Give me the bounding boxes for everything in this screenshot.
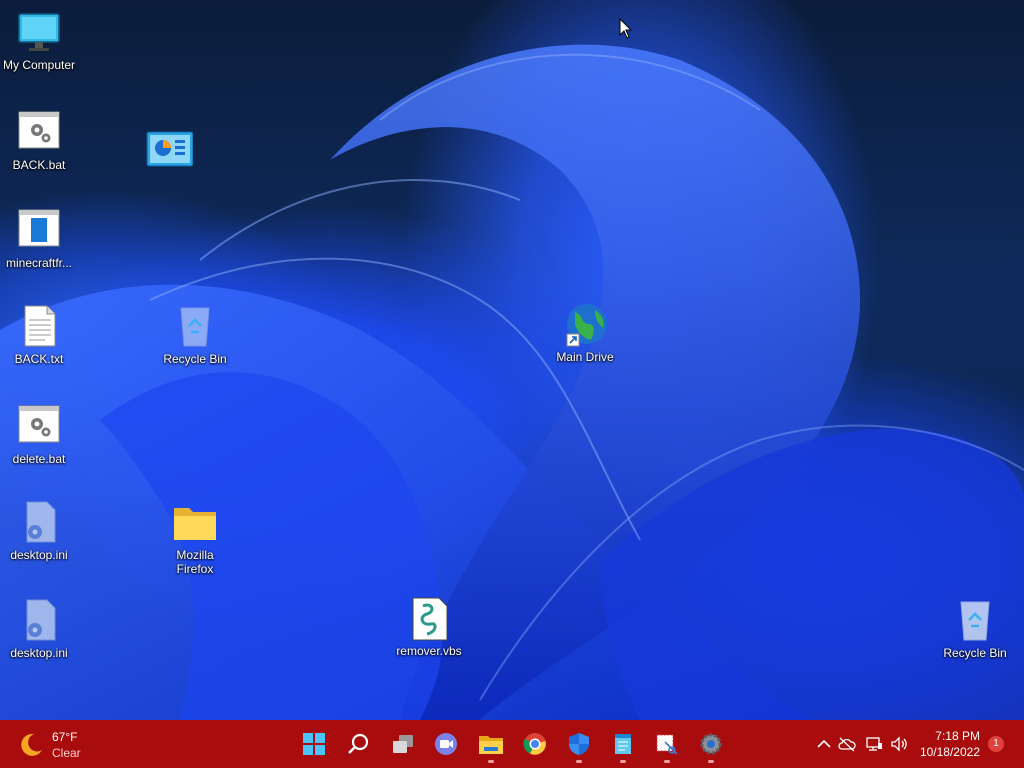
desktop-icon-label: BACK.bat	[12, 158, 66, 172]
desktop-icon-label: desktop.ini	[10, 646, 68, 660]
clock-time: 7:18 PM	[935, 729, 980, 743]
desktop-icon-label: My Computer	[2, 58, 76, 72]
desktop-icon-label: Main Drive	[556, 350, 614, 364]
batch-file-icon	[18, 111, 60, 149]
search-button[interactable]	[343, 728, 375, 760]
desktop-icon-label: Recycle Bin	[943, 646, 1007, 660]
desktop-icon-label: BACK.txt	[14, 352, 64, 366]
notification-badge[interactable]: 1	[988, 736, 1004, 752]
network-icon[interactable]	[864, 734, 884, 754]
teams-chat-button[interactable]	[430, 728, 462, 760]
snipping-tool-icon	[656, 734, 678, 755]
desktop-icon-mozilla-firefox[interactable]: Mozilla Firefox	[157, 500, 233, 576]
recycle-bin-icon	[960, 601, 990, 641]
desktop-icon-control-panel[interactable]	[131, 130, 207, 178]
desktop-icon-minecraft[interactable]: minecraftfr...	[1, 208, 77, 270]
settings-button[interactable]	[695, 728, 727, 763]
task-view-icon	[393, 735, 413, 753]
running-indicator	[576, 760, 582, 763]
desktop-wallpaper	[0, 0, 1024, 720]
mouse-cursor-icon	[619, 18, 633, 39]
desktop-icon-desktop-ini-1[interactable]: desktop.ini	[1, 500, 77, 562]
taskbar: 67°F Clear 7:18 PM 10/18/2022	[0, 720, 1024, 768]
chrome-icon	[523, 733, 546, 755]
app-window-icon	[18, 209, 60, 247]
desktop-icon-back-txt[interactable]: BACK.txt	[1, 304, 77, 366]
running-indicator	[708, 760, 714, 763]
weather-condition: Clear	[52, 746, 81, 760]
defender-icon	[569, 733, 589, 755]
notepad-icon	[615, 734, 631, 754]
desktop-icon-desktop-ini-2[interactable]: desktop.ini	[1, 598, 77, 660]
start-button[interactable]	[298, 728, 330, 760]
clock-date: 10/18/2022	[919, 745, 980, 759]
notepad-button[interactable]	[607, 728, 639, 763]
recycle-bin-icon	[180, 307, 210, 347]
clock[interactable]: 7:18 PM 10/18/2022	[920, 728, 980, 760]
settings-icon	[700, 733, 722, 755]
ini-file-icon	[26, 599, 56, 641]
file-explorer-button[interactable]	[475, 728, 507, 763]
snipping-tool-button[interactable]	[651, 728, 683, 763]
desktop-icon-delete-bat[interactable]: delete.bat	[1, 404, 77, 466]
globe-shortcut-icon	[566, 304, 607, 347]
desktop-icon-recycle-bin[interactable]: Recycle Bin	[157, 304, 233, 366]
ini-file-icon	[26, 501, 56, 543]
moon-icon	[21, 733, 42, 756]
running-indicator	[488, 760, 494, 763]
desktop-icon-main-drive[interactable]: Main Drive	[547, 302, 623, 364]
file-explorer-icon	[479, 736, 503, 754]
text-file-icon	[24, 305, 56, 347]
start-icon	[303, 733, 325, 755]
desktop-icon-remover-vbs[interactable]: remover.vbs	[391, 596, 467, 658]
chevron-up-icon[interactable]	[814, 734, 834, 754]
chrome-button[interactable]	[519, 728, 551, 760]
defender-button[interactable]	[563, 728, 595, 763]
desktop-icon-label: Mozilla Firefox	[176, 548, 214, 576]
desktop-icon-label: remover.vbs	[396, 644, 462, 658]
folder-icon	[174, 508, 216, 540]
cloud-off-icon[interactable]	[837, 734, 857, 754]
desktop-icon-back-bat[interactable]: BACK.bat	[1, 110, 77, 172]
script-file-icon	[412, 597, 448, 641]
teams-chat-icon	[435, 733, 457, 755]
volume-icon[interactable]	[889, 734, 909, 754]
monitor-icon	[18, 13, 60, 51]
desktop-icon-label: delete.bat	[12, 452, 66, 466]
wallpaper-swirl	[0, 44, 1024, 720]
desktop-icon-label: minecraftfr...	[5, 256, 73, 270]
running-indicator	[664, 760, 670, 763]
desktop-icon-my-computer[interactable]: My Computer	[1, 10, 77, 72]
batch-file-icon	[18, 405, 60, 443]
control-panel-icon	[146, 131, 193, 167]
desktop-icon-label: Recycle Bin	[163, 352, 227, 366]
desktop-icon-label: desktop.ini	[10, 548, 68, 562]
weather-temp: 67°F	[52, 730, 78, 744]
search-icon	[348, 733, 369, 754]
weather-widget[interactable]: 67°F Clear	[18, 728, 118, 762]
desktop-icon-recycle-bin-2[interactable]: Recycle Bin	[937, 598, 1013, 660]
task-view-button[interactable]	[387, 728, 419, 760]
running-indicator	[620, 760, 626, 763]
